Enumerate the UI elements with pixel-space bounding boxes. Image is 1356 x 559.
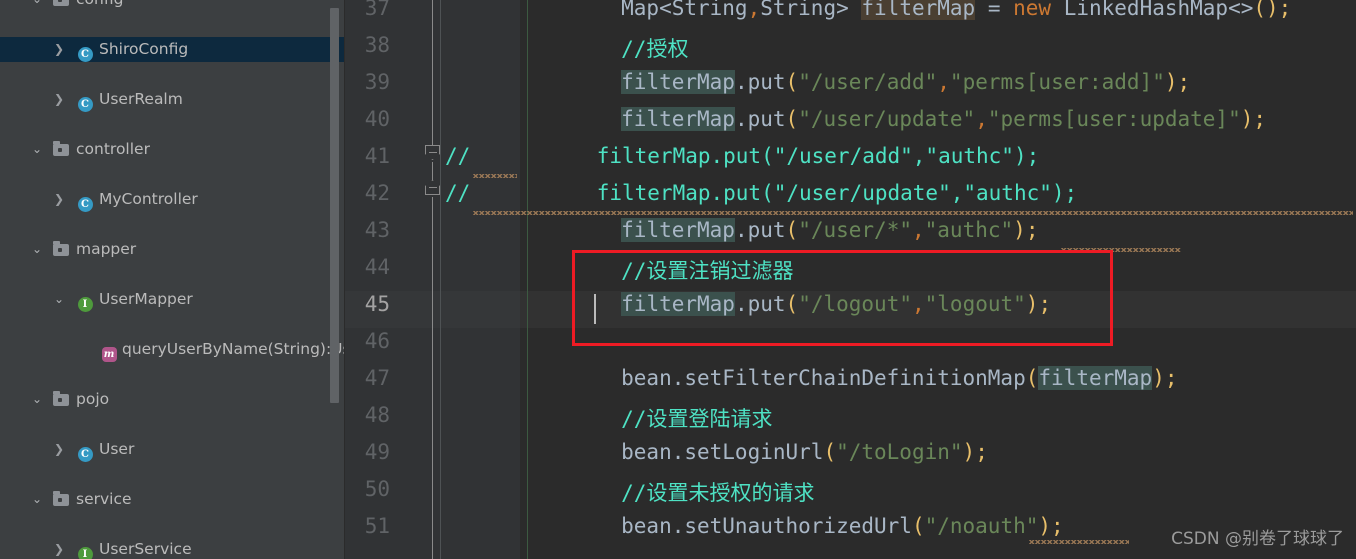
tree-item-label: queryUserByName(String):User [122, 340, 345, 358]
line-number: 40 [364, 107, 390, 131]
tree-item-label: pojo [76, 390, 110, 408]
tree-item-label: controller [76, 140, 150, 158]
fold-start-icon[interactable] [425, 145, 442, 162]
tree-item-shiroconfig[interactable]: ❯ C ShiroConfig [0, 37, 345, 62]
line-number: 38 [364, 33, 390, 57]
chevron-down-icon[interactable]: ⌄ [52, 287, 66, 312]
tree-item-controller[interactable]: ⌄ controller [0, 137, 345, 162]
tree-item-user-class[interactable]: ❯ C User [0, 437, 345, 462]
code-line-44[interactable]: //设置注销过滤器 [520, 255, 793, 285]
code-line-47[interactable]: bean.setFilterChainDefinitionMap(filterM… [520, 366, 1178, 390]
code-line-49[interactable]: bean.setLoginUrl("/toLogin"); [520, 440, 988, 464]
chevron-down-icon[interactable]: ⌄ [30, 487, 44, 512]
chevron-right-icon[interactable]: ❯ [52, 187, 66, 212]
class-icon: C [76, 37, 94, 62]
package-icon [52, 237, 70, 262]
sidebar-scrollbar-thumb[interactable] [330, 8, 339, 403]
text-caret [594, 294, 596, 324]
line-number: 39 [364, 70, 390, 94]
interface-icon: I [76, 537, 94, 559]
code-line-51[interactable]: bean.setUnauthorizedUrl("/noauth"); [520, 514, 1064, 538]
line-number: 51 [364, 514, 390, 538]
code-line-41[interactable]: // filterMap.put("/user/add","authc"); [445, 144, 1039, 168]
line-number: 43 [364, 218, 390, 242]
line-number: 41 [364, 144, 390, 168]
tree-item-label: UserRealm [99, 90, 183, 108]
watermark-text: CSDN @别卷了球球了 [1171, 529, 1344, 549]
chevron-down-icon[interactable]: ⌄ [30, 0, 44, 12]
tree-item-mapper-package[interactable]: ⌄ mapper [0, 237, 345, 262]
tree-item-label: MyController [99, 190, 198, 208]
warning-squiggle [1061, 248, 1181, 252]
tree-item-label: UserService [99, 540, 192, 558]
warning-squiggle [1029, 540, 1129, 544]
line-number: 47 [364, 366, 390, 390]
line-number: 50 [364, 477, 390, 501]
tree-item-label: ShiroConfig [99, 40, 189, 58]
project-tree-sidebar[interactable]: ⌄ config ❯ C ShiroConfig ❯ C UserRealm ⌄… [0, 0, 345, 559]
package-icon [52, 137, 70, 162]
tree-item-mycontroller[interactable]: ❯ C MyController [0, 187, 345, 212]
chevron-right-icon[interactable]: ❯ [52, 87, 66, 112]
tree-item-label: config [76, 0, 123, 12]
interface-icon: I [76, 287, 94, 312]
code-line-42[interactable]: // filterMap.put("/user/update","authc")… [445, 181, 1077, 205]
line-number: 48 [364, 403, 390, 427]
tree-item-usermapper[interactable]: ⌄ I UserMapper [0, 287, 345, 312]
tree-item-pojo[interactable]: ⌄ pojo [0, 387, 345, 412]
chevron-right-icon[interactable]: ❯ [52, 437, 66, 462]
chevron-down-icon[interactable]: ⌄ [30, 387, 44, 412]
tree-item-userrealm[interactable]: ❯ C UserRealm [0, 87, 345, 112]
chevron-right-icon[interactable]: ❯ [52, 537, 66, 559]
code-line-40[interactable]: filterMap.put("/user/update","perms[user… [520, 107, 1266, 131]
line-number: 44 [364, 255, 390, 279]
code-line-45[interactable]: filterMap.put("/logout","logout"); [520, 292, 1051, 316]
indent-guide [527, 240, 528, 559]
fold-region-line [432, 162, 433, 180]
tree-item-queryuserbyname[interactable]: m queryUserByName(String):User [0, 337, 345, 362]
tree-item-config[interactable]: ⌄ config [0, 0, 345, 12]
warning-squiggle [473, 211, 1353, 215]
warning-squiggle [473, 174, 517, 178]
line-number: 46 [364, 329, 390, 353]
code-line-50[interactable]: //设置未授权的请求 [520, 477, 814, 507]
indent-guide [440, 0, 441, 559]
ide-screenshot: ⌄ config ❯ C ShiroConfig ❯ C UserRealm ⌄… [0, 0, 1356, 559]
code-line-38[interactable]: //授权 [520, 33, 688, 63]
class-icon: C [76, 87, 94, 112]
code-line-39[interactable]: filterMap.put("/user/add","perms[user:ad… [520, 70, 1190, 94]
tree-item-label: service [76, 490, 132, 508]
code-line-37[interactable]: Map<String,String> filterMap = new Linke… [520, 0, 1291, 20]
package-icon [52, 487, 70, 512]
tree-item-label: UserMapper [99, 290, 193, 308]
fold-region-line [432, 197, 433, 559]
chevron-down-icon[interactable]: ⌄ [30, 237, 44, 262]
code-line-43[interactable]: filterMap.put("/user/*","authc"); [520, 218, 1038, 242]
tree-item-label: mapper [76, 240, 137, 258]
line-number: 42 [364, 181, 390, 205]
line-number: 49 [364, 440, 390, 464]
method-icon: m [100, 337, 118, 362]
class-icon: C [76, 437, 94, 462]
code-line-48[interactable]: //设置登陆请求 [520, 403, 772, 433]
tree-item-service[interactable]: ⌄ service [0, 487, 345, 512]
tree-item-label: User [99, 440, 135, 458]
fold-end-icon[interactable] [425, 180, 442, 197]
package-icon [52, 0, 70, 12]
code-editor[interactable]: 37 38 39 40 41 42 43 44 45 46 47 48 49 5… [345, 0, 1356, 559]
chevron-right-icon[interactable]: ❯ [52, 37, 66, 62]
class-icon: C [76, 187, 94, 212]
fold-region-line [432, 0, 433, 145]
chevron-down-icon[interactable]: ⌄ [30, 137, 44, 162]
package-icon [52, 387, 70, 412]
line-number-current: 45 [364, 292, 390, 316]
tree-item-userservice[interactable]: ❯ I UserService [0, 537, 345, 559]
line-number: 37 [364, 0, 390, 20]
